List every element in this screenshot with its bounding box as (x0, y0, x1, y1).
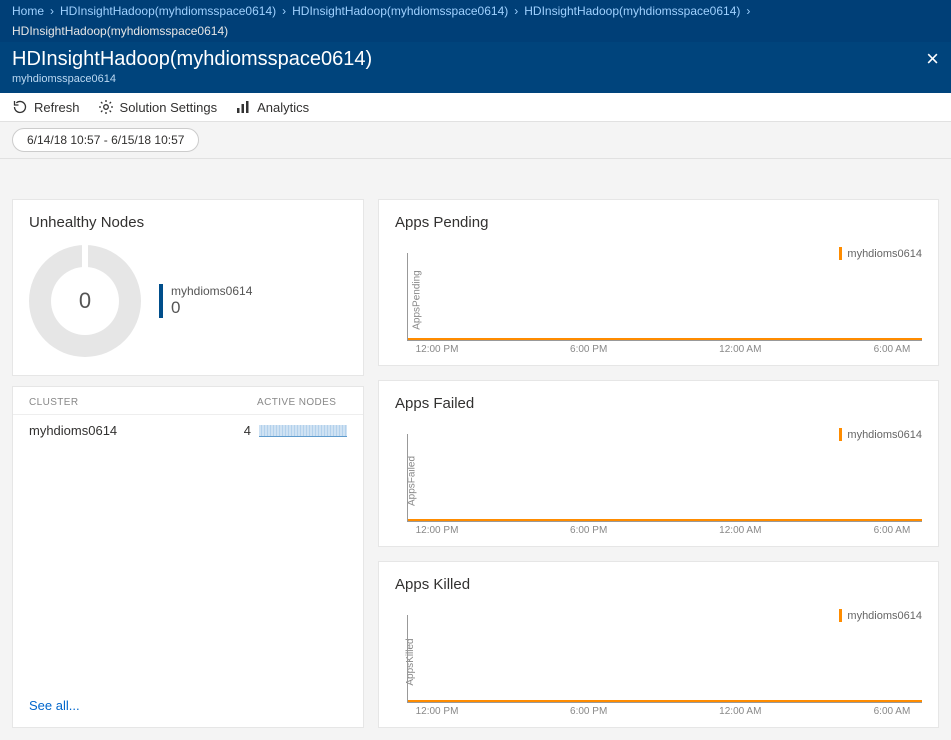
x-tick: 6:00 AM (862, 706, 922, 717)
x-tick: 12:00 AM (710, 525, 770, 536)
breadcrumb-link[interactable]: HDInsightHadoop(myhdiomsspace0614) (292, 4, 508, 18)
chevron-right-icon: › (514, 4, 518, 18)
breadcrumb-link[interactable]: Home (12, 4, 44, 18)
refresh-icon (12, 99, 28, 115)
x-tick: 12:00 AM (710, 344, 770, 355)
apps-failed-card[interactable]: Apps Failed myhdioms0614 AppsFailed 12:0… (378, 380, 939, 547)
x-tick: 6:00 PM (559, 706, 619, 717)
donut-legend: myhdioms0614 0 (159, 284, 252, 318)
x-tick: 6:00 PM (559, 344, 619, 355)
legend-name: myhdioms0614 (171, 284, 252, 298)
cell-cluster-name: myhdioms0614 (29, 423, 239, 438)
x-axis-ticks: 12:00 PM 6:00 PM 12:00 AM 6:00 AM (407, 522, 922, 536)
breadcrumb-bar: Home › HDInsightHadoop(myhdiomsspace0614)… (0, 0, 951, 42)
chart-line (408, 519, 922, 521)
card-title: Unhealthy Nodes (13, 200, 363, 235)
analytics-button[interactable]: Analytics (235, 99, 309, 115)
chart-line (408, 338, 922, 340)
table-header: CLUSTER ACTIVE NODES (13, 387, 363, 415)
x-tick: 12:00 PM (407, 706, 467, 717)
donut-total: 0 (29, 245, 141, 357)
refresh-button[interactable]: Refresh (12, 99, 80, 115)
col-cluster: CLUSTER (29, 397, 257, 408)
x-tick: 12:00 AM (710, 706, 770, 717)
apps-pending-chart: myhdioms0614 AppsPending 12:00 PM 6:00 P… (379, 235, 938, 365)
card-title: Apps Killed (379, 562, 938, 597)
page-title: HDInsightHadoop(myhdiomsspace0614) (12, 48, 372, 71)
refresh-label: Refresh (34, 100, 80, 115)
x-tick: 12:00 PM (407, 344, 467, 355)
chevron-right-icon: › (50, 4, 54, 18)
x-tick: 12:00 PM (407, 525, 467, 536)
see-all-container: See all... (13, 684, 363, 727)
col-active-nodes: ACTIVE NODES (257, 397, 347, 408)
x-axis-ticks: 12:00 PM 6:00 PM 12:00 AM 6:00 AM (407, 703, 922, 717)
breadcrumb-link[interactable]: HDInsightHadoop(myhdiomsspace0614) (524, 4, 740, 18)
legend-swatch (159, 284, 163, 318)
breadcrumb-current: HDInsightHadoop(myhdiomsspace0614) (12, 24, 228, 38)
cluster-table-card: CLUSTER ACTIVE NODES myhdioms0614 4 See … (12, 386, 364, 728)
page-subtitle: myhdiomsspace0614 (12, 73, 372, 85)
breadcrumb-link[interactable]: HDInsightHadoop(myhdiomsspace0614) (60, 4, 276, 18)
apps-killed-card[interactable]: Apps Killed myhdioms0614 AppsKilled 12:0… (378, 561, 939, 728)
chart-line (408, 700, 922, 702)
unhealthy-nodes-card[interactable]: Unhealthy Nodes 0 myhdioms0614 0 (12, 199, 364, 376)
analytics-label: Analytics (257, 100, 309, 115)
donut-chart: 0 (29, 245, 141, 357)
chevron-right-icon: › (746, 4, 750, 18)
cell-active-nodes: 4 (239, 423, 259, 438)
sparkline (259, 425, 347, 437)
legend-value: 0 (171, 298, 252, 318)
toolbar: Refresh Solution Settings Analytics (0, 93, 951, 122)
time-range-picker[interactable]: 6/14/18 10:57 - 6/15/18 10:57 (12, 128, 199, 152)
analytics-icon (235, 99, 251, 115)
card-title: Apps Pending (379, 200, 938, 235)
time-range-bar: 6/14/18 10:57 - 6/15/18 10:57 (0, 122, 951, 159)
chevron-right-icon: › (282, 4, 286, 18)
x-tick: 6:00 PM (559, 525, 619, 536)
apps-failed-chart: myhdioms0614 AppsFailed 12:00 PM 6:00 PM… (379, 416, 938, 546)
title-bar: HDInsightHadoop(myhdiomsspace0614) myhdi… (0, 42, 951, 93)
x-tick: 6:00 AM (862, 525, 922, 536)
x-axis-ticks: 12:00 PM 6:00 PM 12:00 AM 6:00 AM (407, 341, 922, 355)
close-icon[interactable]: × (926, 48, 939, 70)
gear-icon (98, 99, 114, 115)
solution-settings-button[interactable]: Solution Settings (98, 99, 218, 115)
card-title: Apps Failed (379, 381, 938, 416)
apps-killed-chart: myhdioms0614 AppsKilled 12:00 PM 6:00 PM… (379, 597, 938, 727)
dashboard-content: Unhealthy Nodes 0 myhdioms0614 0 (0, 159, 951, 740)
settings-label: Solution Settings (120, 100, 218, 115)
apps-pending-card[interactable]: Apps Pending myhdioms0614 AppsPending 12… (378, 199, 939, 366)
table-row[interactable]: myhdioms0614 4 (13, 415, 363, 446)
see-all-link[interactable]: See all... (29, 698, 80, 713)
x-tick: 6:00 AM (862, 344, 922, 355)
